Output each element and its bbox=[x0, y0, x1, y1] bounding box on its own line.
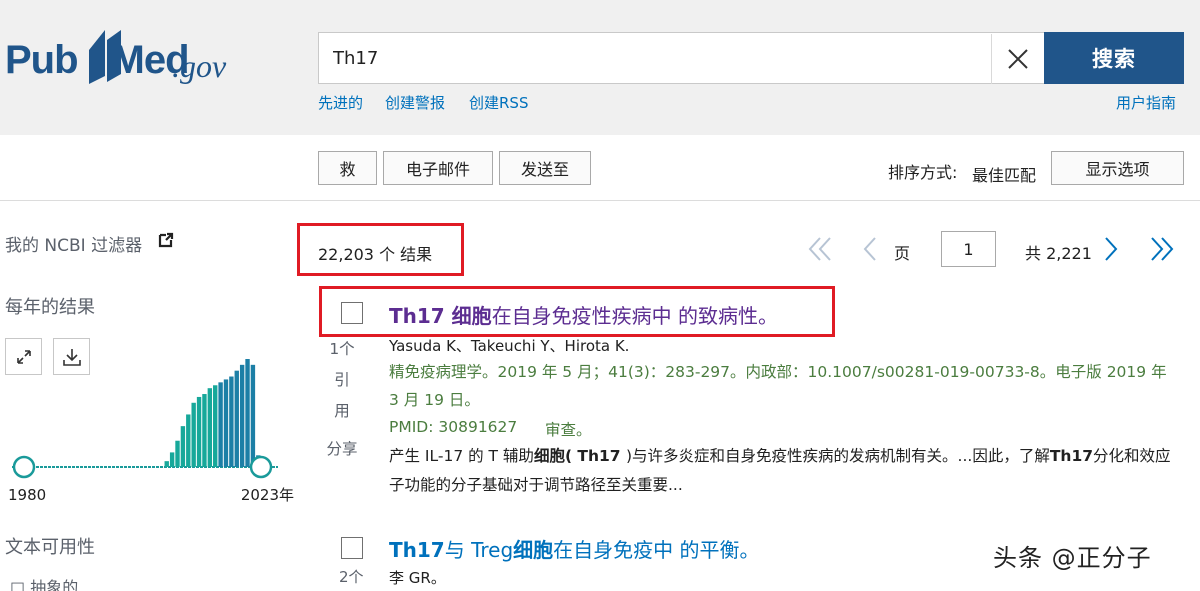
header: PubMed .gov 搜索 先进的 创建警报 创建RSS 用户指南 bbox=[0, 0, 1200, 135]
histogram-bar[interactable] bbox=[180, 426, 186, 467]
histogram-bar[interactable] bbox=[213, 385, 218, 467]
logo-gov: .gov bbox=[172, 48, 227, 84]
save-button[interactable]: 救 bbox=[318, 151, 377, 185]
first-page-icon[interactable] bbox=[808, 236, 834, 262]
pubmed-logo[interactable]: Pub Med .gov bbox=[5, 26, 245, 90]
total-pages: 共 2,221 bbox=[1025, 244, 1092, 263]
citation-column: 1个 引 用 分享 bbox=[322, 334, 362, 465]
histogram-end-year: 2023年 bbox=[241, 486, 294, 504]
search-button[interactable]: 搜索 bbox=[1044, 32, 1184, 84]
histogram-bar[interactable] bbox=[229, 376, 234, 467]
logo-book-icon bbox=[89, 30, 121, 84]
next-page-icon[interactable] bbox=[1103, 236, 1119, 262]
result-journal-citation: 精免疫病理学。2019 年 5 月；41(3)：283-297。内政部：10.1… bbox=[389, 363, 1167, 409]
histogram-bar[interactable] bbox=[191, 402, 196, 467]
result-checkbox[interactable] bbox=[341, 302, 363, 324]
user-guide-link[interactable]: 用户指南 bbox=[1116, 92, 1176, 113]
histogram-bar[interactable] bbox=[186, 414, 191, 467]
create-alert-link[interactable]: 创建警报 bbox=[385, 92, 445, 113]
cite-count: 2个 bbox=[339, 568, 364, 586]
histogram-bar[interactable] bbox=[245, 359, 250, 467]
histogram-bar[interactable] bbox=[223, 379, 229, 467]
send-to-button[interactable]: 发送至 bbox=[499, 151, 591, 185]
result-review-label: 审查。 bbox=[545, 421, 592, 439]
create-rss-link[interactable]: 创建RSS bbox=[469, 92, 528, 113]
result-authors: 李 GR。 bbox=[389, 569, 446, 587]
abstract-filter[interactable]: □ 抽象的 bbox=[10, 574, 78, 591]
previous-page-icon[interactable] bbox=[862, 236, 878, 262]
my-ncbi-filters-link[interactable]: 我的 NCBI 过滤器 bbox=[5, 231, 142, 256]
close-icon bbox=[1007, 49, 1028, 69]
histogram-bar[interactable] bbox=[164, 461, 169, 467]
histogram-bar[interactable] bbox=[250, 364, 256, 467]
result-title-link[interactable]: Th17与 Treg细胞在自身免疫中 的平衡。 bbox=[389, 534, 760, 563]
divider bbox=[0, 200, 1200, 201]
watermark: 头条 @正分子 bbox=[993, 544, 1152, 572]
histogram-bar[interactable] bbox=[169, 452, 175, 467]
histogram-bar[interactable] bbox=[207, 388, 213, 467]
result-title-link[interactable]: Th17 细胞在自身免疫性疾病中 的致病性。 bbox=[389, 300, 778, 329]
page-label: 页 bbox=[894, 244, 911, 263]
last-page-icon[interactable] bbox=[1148, 236, 1174, 262]
cite-count: 1个 bbox=[329, 340, 355, 358]
histogram-bar[interactable] bbox=[234, 370, 239, 467]
cite-button-2[interactable]: 用 bbox=[322, 396, 362, 427]
search-input[interactable] bbox=[333, 33, 973, 83]
histogram-start-year: 1980 bbox=[8, 486, 46, 504]
external-link-icon[interactable] bbox=[158, 232, 174, 248]
page-number-input[interactable] bbox=[941, 231, 996, 267]
result-checkbox[interactable] bbox=[341, 537, 363, 559]
histogram-bar[interactable] bbox=[202, 394, 207, 467]
share-button[interactable]: 分享 bbox=[322, 434, 362, 465]
histogram-bar[interactable] bbox=[175, 440, 180, 467]
sort-label: 排序方式: bbox=[888, 163, 958, 182]
display-options-button[interactable]: 显示选项 bbox=[1051, 151, 1184, 185]
advanced-link[interactable]: 先进的 bbox=[318, 92, 363, 113]
histogram-bar[interactable] bbox=[218, 382, 223, 467]
result-snippet: 产生 IL-17 的 T 辅助细胞( Th17 )与许多炎症和自身免疫性疾病的发… bbox=[389, 447, 1171, 494]
text-availability-heading: 文本可用性 bbox=[5, 537, 95, 558]
clear-search-button[interactable] bbox=[991, 34, 1043, 84]
result-pmid: PMID: 30891627 bbox=[389, 418, 518, 436]
histogram-bar[interactable] bbox=[196, 396, 202, 467]
cite-button[interactable]: 引 bbox=[322, 365, 362, 396]
result-count: 22,203 个 结果 bbox=[318, 245, 433, 264]
histogram-bar[interactable] bbox=[239, 364, 245, 467]
email-button[interactable]: 电子邮件 bbox=[383, 151, 493, 185]
results-by-year-histogram[interactable]: 1980 2023年 bbox=[8, 340, 298, 510]
pubmed-search-page: PubMed .gov 搜索 先进的 创建警报 创建RSS 用户指南 救 电子邮… bbox=[0, 0, 1200, 591]
sort-select[interactable]: 最佳匹配 bbox=[972, 162, 1036, 186]
result-authors: Yasuda K、Takeuchi Y、Hirota K. bbox=[389, 337, 630, 355]
histogram-end-handle[interactable] bbox=[249, 455, 273, 479]
histogram-start-handle[interactable] bbox=[12, 455, 36, 479]
search-box bbox=[318, 32, 1044, 84]
results-by-year-heading: 每年的结果 bbox=[5, 297, 95, 318]
